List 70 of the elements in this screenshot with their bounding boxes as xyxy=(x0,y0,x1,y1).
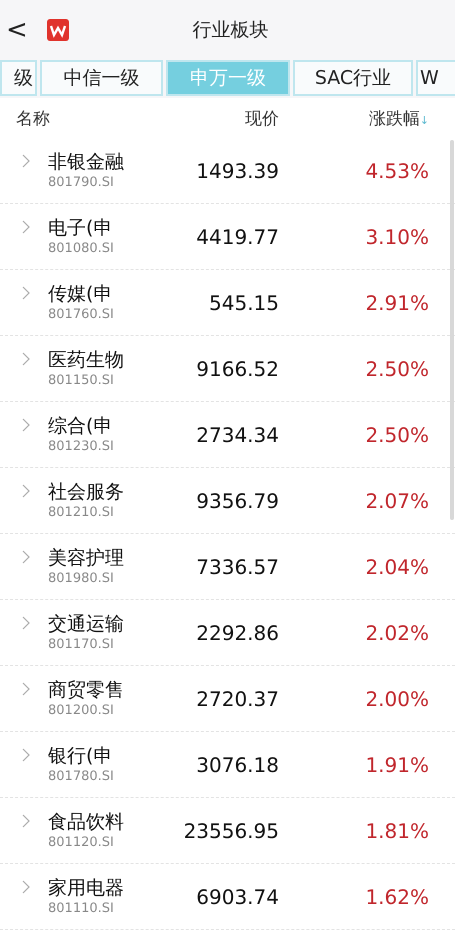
change-cell-text: 2.00% xyxy=(364,686,429,710)
chevron-icon xyxy=(22,550,30,564)
sector-code: 801210.SI xyxy=(48,504,115,522)
sector-code: 801170.SI xyxy=(48,636,115,654)
chevron-icon xyxy=(22,484,30,498)
change-cell-text: 1.62% xyxy=(364,884,429,908)
price-cell-text: 6903.74 xyxy=(195,884,279,908)
change-cell-text: 3.10% xyxy=(364,224,429,248)
change-cell-text: 2.04% xyxy=(364,554,429,578)
sector-code: 801120.SI xyxy=(48,834,115,852)
sector-code: 801790.SI xyxy=(48,174,115,192)
sector-name: 交通运输 xyxy=(48,612,125,636)
sector-code: 801200.SI xyxy=(48,702,115,720)
price-cell-text: 2292.86 xyxy=(195,620,279,644)
sector-code: 801080.SI xyxy=(48,240,115,258)
column-header: 现价 xyxy=(244,108,279,130)
sector-code: 801760.SI xyxy=(48,306,115,324)
sector-name: 商贸零售 xyxy=(48,678,125,702)
change-cell-text: 4.53% xyxy=(364,158,429,182)
price-cell-text: 545.15 xyxy=(208,290,279,314)
sector-name: 美容护理 xyxy=(48,546,125,570)
sector-name: 家用电器 xyxy=(48,876,125,900)
back-button[interactable]: < xyxy=(6,15,46,45)
price-cell-text: 1493.39 xyxy=(195,158,279,182)
chevron-icon xyxy=(22,748,30,762)
column-header: 名称 xyxy=(16,108,51,130)
change-cell-text: 2.91% xyxy=(364,290,429,314)
price-cell-text: 4419.77 xyxy=(195,224,279,248)
app-logo-icon xyxy=(46,18,70,42)
sector-name: 食品饮料 xyxy=(48,810,125,834)
chevron-icon xyxy=(22,220,30,234)
column-header[interactable]: 涨跌幅↓ xyxy=(279,106,429,130)
change-cell-text: 2.02% xyxy=(364,620,429,644)
chevron-icon xyxy=(22,880,30,894)
chevron-icon xyxy=(22,286,30,300)
sector-code: 801230.SI xyxy=(48,438,115,456)
chevron-icon xyxy=(22,682,30,696)
change-cell-text: 2.50% xyxy=(364,422,429,446)
price-cell-text: 9166.52 xyxy=(195,356,279,380)
sector-code: 801110.SI xyxy=(48,900,115,918)
sector-code: 801980.SI xyxy=(48,570,115,588)
category-tab[interactable]: 中信一级 xyxy=(40,60,163,96)
price-cell-text: 9356.79 xyxy=(195,488,279,512)
change-cell-text: 1.81% xyxy=(364,818,429,842)
chevron-icon xyxy=(22,352,30,366)
sector-code: 801780.SI xyxy=(48,768,115,786)
sector-name: 非银金融 xyxy=(48,150,125,174)
sector-name: 综合(申 xyxy=(48,414,114,438)
category-tab[interactable]: W xyxy=(416,60,455,96)
category-tab[interactable]: 级 xyxy=(0,60,37,96)
sector-name: 电子(申 xyxy=(48,216,114,240)
price-cell-text: 7336.57 xyxy=(195,554,279,578)
chevron-icon xyxy=(22,814,30,828)
price-cell-text: 23556.95 xyxy=(182,818,279,842)
page-title: 行业板块 xyxy=(192,18,270,43)
price-cell-text: 3076.18 xyxy=(195,752,279,776)
price-cell-text: 2734.34 xyxy=(195,422,279,446)
chevron-icon xyxy=(22,418,30,432)
sector-name: 医药生物 xyxy=(48,348,125,372)
change-cell-text: 2.07% xyxy=(364,488,429,512)
change-cell-text: 1.91% xyxy=(364,752,429,776)
sector-name: 社会服务 xyxy=(48,480,125,504)
price-cell-text: 2720.37 xyxy=(195,686,279,710)
chevron-icon xyxy=(22,616,30,630)
sector-name: 传媒(申 xyxy=(48,282,114,306)
change-cell-text: 2.50% xyxy=(364,356,429,380)
sector-code: 801150.SI xyxy=(48,372,115,390)
chevron-icon xyxy=(22,154,30,168)
sector-name: 银行(申 xyxy=(48,744,114,768)
category-tab[interactable]: SAC行业 xyxy=(293,60,413,96)
